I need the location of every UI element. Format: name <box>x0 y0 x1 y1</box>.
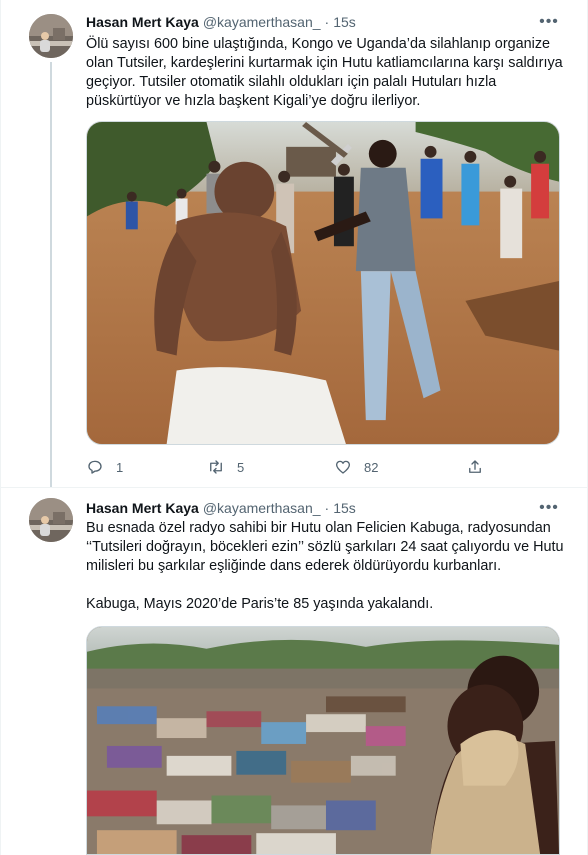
more-horizontal-icon: ••• <box>539 13 559 30</box>
tweet-header: Hasan Mert Kaya @kayamerthasan_ · 15s <box>86 498 549 518</box>
author-handle[interactable]: @kayamerthasan_ <box>203 500 321 516</box>
share-icon <box>469 460 481 473</box>
reply-button[interactable]: 1 <box>86 457 123 477</box>
more-options-button[interactable]: ••• <box>537 12 561 32</box>
reply-icon <box>88 460 102 474</box>
heart-icon <box>335 460 351 474</box>
more-options-button[interactable]: ••• <box>537 498 561 518</box>
tweet-text: Bu esnada özel radyo sahibi bir Hutu ola… <box>86 519 564 614</box>
author-name[interactable]: Hasan Mert Kaya <box>86 14 199 30</box>
retweet-icon <box>210 460 222 474</box>
avatar[interactable] <box>29 498 73 542</box>
tweet-photo[interactable] <box>86 626 560 855</box>
tweet-timestamp[interactable]: 15s <box>333 500 356 516</box>
tweet-timestamp[interactable]: 15s <box>333 14 356 30</box>
separator-dot: · <box>324 500 330 516</box>
tweet[interactable]: Hasan Mert Kaya @kayamerthasan_ · 15s ••… <box>1 488 588 855</box>
tweet-photo[interactable] <box>86 121 560 445</box>
separator-dot: · <box>324 14 330 30</box>
avatar[interactable] <box>29 14 73 58</box>
retweet-button[interactable]: 5 <box>207 457 244 477</box>
retweet-count: 5 <box>237 459 245 475</box>
tweet-text: Ölü sayısı 600 bine ulaştığında, Kongo v… <box>86 35 564 111</box>
reply-count: 1 <box>116 459 124 475</box>
tweet-paragraph: Bu esnada özel radyo sahibi bir Hutu ola… <box>86 520 564 574</box>
tweet[interactable]: Hasan Mert Kaya @kayamerthasan_ · 15s ••… <box>1 0 588 488</box>
author-name[interactable]: Hasan Mert Kaya <box>86 500 199 516</box>
share-button[interactable] <box>466 457 496 477</box>
more-horizontal-icon: ••• <box>539 499 559 516</box>
tweet-paragraph: Kabuga, Mayıs 2020’de Paris’te 85 yaşınd… <box>86 596 434 612</box>
like-count: 82 <box>364 459 379 475</box>
like-button[interactable]: 82 <box>334 457 378 477</box>
timeline: Hasan Mert Kaya @kayamerthasan_ · 15s ••… <box>0 0 588 855</box>
tweet-paragraph: Ölü sayısı 600 bine ulaştığında, Kongo v… <box>86 36 563 109</box>
tweet-header: Hasan Mert Kaya @kayamerthasan_ · 15s <box>86 12 549 32</box>
tweet-actions: 1 5 82 <box>86 457 496 477</box>
author-handle[interactable]: @kayamerthasan_ <box>203 14 321 30</box>
